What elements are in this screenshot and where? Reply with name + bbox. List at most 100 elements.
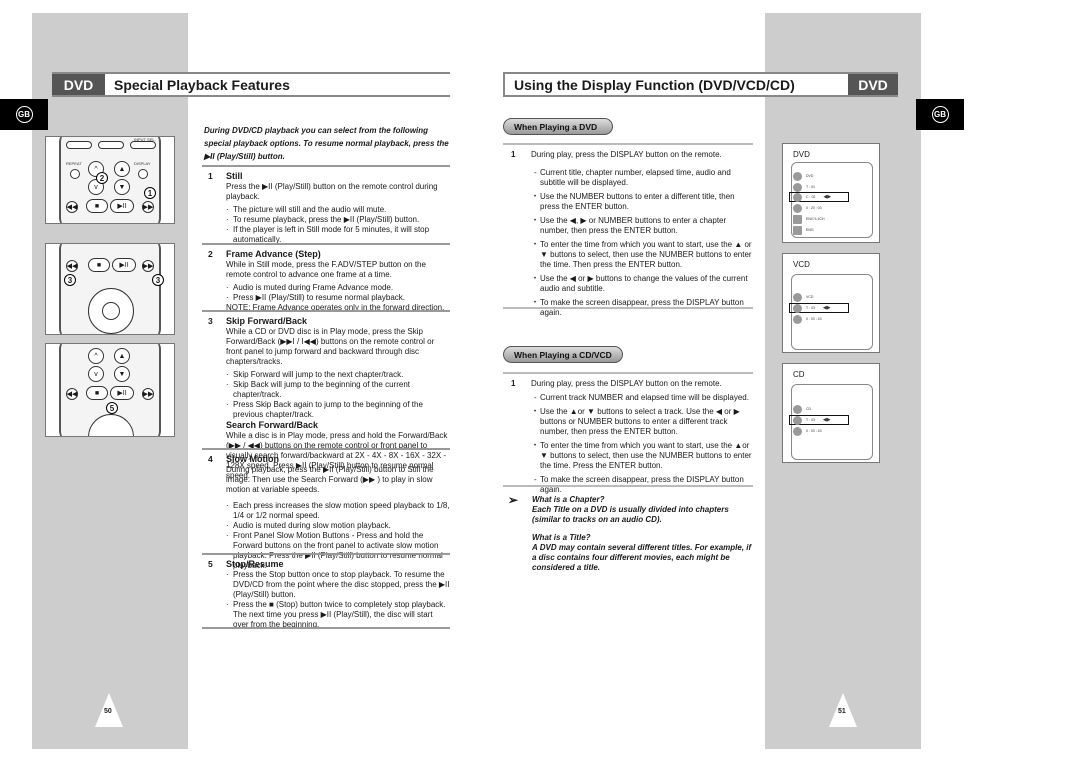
language-tab-left: GB (0, 99, 48, 130)
display-row-selected: T : 03 ◀▶ (789, 415, 849, 425)
display-row: 0 : 03 : 43 (793, 426, 822, 436)
time-icon (793, 314, 802, 324)
note-question: What is a Chapter? (532, 495, 605, 504)
gb-icon: GB (931, 106, 949, 123)
disc-icon (793, 404, 802, 414)
remote-illustration-3: ^ v ▲ ▼ ■ ▶II ◀◀ ▶▶ 5 (45, 343, 175, 437)
f-adv-button (70, 169, 80, 179)
track-icon (793, 415, 802, 425)
cd-display-instructions: 1 During play, press the DISPLAY button … (503, 372, 753, 499)
row-text: ENG (806, 228, 814, 232)
display-label: DVD (793, 150, 810, 159)
section-number: 5 (208, 559, 213, 569)
dvd-display-screen: DVD DVD T : 01 C : 02 ◀▶ 0 : 20 : 03 ENG … (782, 143, 880, 243)
stop-icon: ■ (86, 199, 108, 213)
language-tab-right: GB (916, 99, 964, 130)
display-row: ENG (793, 225, 814, 235)
list-item: Skip Forward will jump to the next chapt… (226, 370, 450, 380)
callout-marker: 1 (144, 187, 156, 199)
time-icon (793, 203, 802, 213)
dvd-badge: DVD (52, 74, 105, 95)
row-text: 0 : 03 : 43 (806, 429, 822, 433)
row-text: T : 03 (806, 306, 815, 310)
left-page-header: DVD Special Playback Features (52, 72, 450, 97)
list-item: Use the ◀, ▶ or NUMBER buttons to enter … (534, 216, 753, 236)
display-row: VCD (793, 292, 813, 302)
row-text: DVD (806, 174, 814, 178)
section-number: 3 (208, 316, 213, 326)
display-row: T : 01 (793, 182, 815, 192)
down-icon: ▼ (114, 179, 130, 195)
step-number: 1 (511, 150, 516, 159)
remote-illustration-1: INPUT SEL. ^ v ▲ ▼ REPEAT DISPLAY ■ ▶II … (45, 136, 175, 224)
section-title: Skip Forward/Back (226, 316, 308, 326)
callout-marker: 2 (96, 172, 108, 184)
page-title: Special Playback Features (114, 76, 290, 93)
remote-key-label: REPEAT (66, 161, 82, 166)
remote-button (130, 141, 156, 149)
right-page-header: Using the Display Function (DVD/VCD/CD) … (503, 72, 898, 97)
display-label: CD (793, 370, 805, 379)
section-frame-advance: 2 Frame Advance (Step) While in Still mo… (202, 243, 450, 313)
stop-icon: ■ (86, 386, 108, 400)
time-icon (793, 426, 802, 436)
title-icon (793, 182, 802, 192)
down-icon: ▼ (114, 366, 130, 382)
remote-key-label: INPUT SEL. (134, 137, 156, 142)
subtitle-icon (793, 225, 802, 235)
select-arrows-icon: ◀▶ (822, 417, 831, 423)
list-item: Audio is muted during Frame Advance mode… (226, 283, 450, 293)
display-row: 0 : 03 : 43 (793, 314, 822, 324)
list-item: To enter the time from which you want to… (534, 441, 753, 471)
disc-icon (793, 171, 802, 181)
list-item: Press Skip Back again to jump to the beg… (226, 400, 450, 420)
note-answer: A DVD may contain several different titl… (532, 543, 752, 572)
section-still: 1 Still Press the ▶II (Play/Still) butto… (202, 165, 450, 245)
row-text: ENG 5.1CH (806, 217, 825, 221)
dvd-display-instructions: 1 During play, press the DISPLAY button … (503, 143, 753, 322)
skip-forward-icon: ▶▶ (142, 388, 154, 400)
play-still-icon: ▶II (112, 258, 136, 272)
list-item: To enter the time from which you want to… (534, 240, 753, 270)
section-body: While in Still mode, press the F.ADV/STE… (226, 260, 426, 279)
list-item: Each press increases the slow motion spe… (226, 501, 450, 521)
page-number: 51 (838, 708, 846, 715)
skip-back-icon: ◀◀ (66, 201, 78, 213)
note-question: What is a Title? (532, 533, 591, 542)
intro-text: During DVD/CD playback you can select fr… (204, 126, 449, 161)
remote-button (66, 141, 92, 149)
section-title: Still (226, 171, 243, 181)
list-item: Current track NUMBER and elapsed time wi… (534, 393, 753, 403)
section-number: 1 (208, 171, 213, 181)
list-item: Press ▶II (Play/Still) to resume normal … (226, 293, 450, 303)
list-item: Press the Stop button once to stop playb… (226, 570, 450, 600)
divider (503, 307, 753, 309)
list-item: Use the NUMBER buttons to enter a differ… (534, 192, 753, 212)
skip-back-icon: ◀◀ (66, 260, 78, 272)
section-body: During playback, press the ▶II (Play/Sti… (226, 465, 434, 494)
list-item: Audio is muted during slow motion playba… (226, 521, 450, 531)
note-answer: Each Title on a DVD is usually divided i… (532, 505, 729, 524)
list-item: Use the ◀ or ▶ buttons to change the val… (534, 274, 753, 294)
skip-back-icon: ◀◀ (66, 388, 78, 400)
callout-marker: 3 (64, 274, 76, 286)
display-row: CD (793, 404, 811, 414)
list-item: To resume playback, press the ▶II (Play/… (226, 215, 450, 225)
list-item: If the player is left in Still mode for … (226, 225, 450, 245)
display-button (138, 169, 148, 179)
section-number: 2 (208, 249, 213, 259)
list-item: The picture will still and the audio wil… (226, 205, 450, 215)
section-title: Stop/Resume (226, 559, 284, 569)
list-item: Skip Back will jump to the beginning of … (226, 380, 450, 400)
step-number: 1 (511, 379, 516, 388)
row-text: T : 01 (806, 185, 815, 189)
row-text: 0 : 20 : 03 (806, 206, 822, 210)
display-row: DVD (793, 171, 813, 181)
row-text: 0 : 03 : 43 (806, 317, 822, 321)
display-row: 0 : 20 : 03 (793, 203, 822, 213)
step-lead: During play, press the DISPLAY button on… (531, 150, 722, 159)
eject-icon: ▲ (114, 348, 130, 364)
disc-icon (793, 292, 802, 302)
remote-button (98, 141, 124, 149)
section-stop-resume: 5 Stop/Resume Press the Stop button once… (202, 553, 450, 630)
